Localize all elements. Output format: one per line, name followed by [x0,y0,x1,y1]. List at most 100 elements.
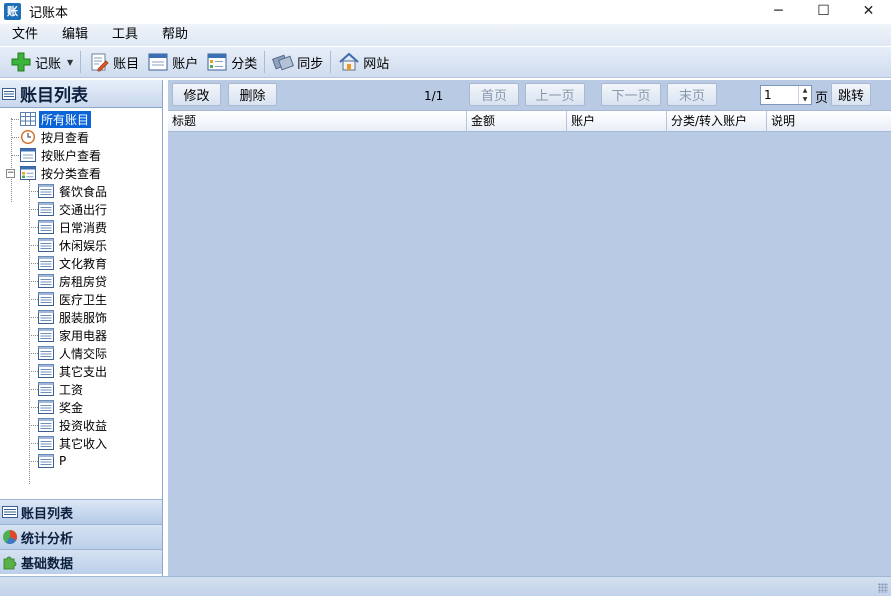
account-label: 账户 [172,56,199,72]
list-icon [38,274,54,288]
page-number-input[interactable]: 1 ▲ ▼ [760,85,812,105]
tree-node-label: 家用电器 [59,328,108,343]
tree-node-label: 医疗卫生 [59,292,108,307]
nav-base-data[interactable]: 基础数据 [0,549,162,574]
sync-button[interactable]: 同步 [268,49,327,75]
tree-node-category[interactable]: 文化教育 [38,254,109,272]
tree-node-label: 其它支出 [59,364,108,379]
column-category[interactable]: 分类/转入账户 [667,111,767,132]
list-icon [38,418,54,432]
tree-node-category[interactable]: 餐饮食品 [38,182,109,200]
prev-page-button[interactable]: 上一页 [525,83,585,106]
list-icon [2,506,18,518]
tree-node-label: 投资收益 [59,418,108,433]
home-icon [338,51,360,73]
tree-node-category[interactable]: 交通出行 [38,200,109,218]
tree-node-label: 休闲娱乐 [59,238,108,253]
tree-node-label: 其它收入 [59,436,108,451]
toolbar-separator [80,51,82,73]
account-button[interactable]: 账户 [143,49,202,75]
tree-node-category[interactable]: 休闲娱乐 [38,236,109,254]
tree-node-category[interactable]: 其它收入 [38,434,109,452]
website-button[interactable]: 网站 [334,49,393,75]
list-toolbar: 修改 删除 1/1 首页 上一页 下一页 末页 1 ▲ ▼ 页 跳转 [168,80,891,110]
page-indicator: 1/1 [424,89,444,103]
collapse-icon[interactable]: − [6,169,15,178]
spinner-arrows-icon[interactable]: ▲ ▼ [798,86,811,104]
tree-node-by-category[interactable]: 按分类查看 [20,164,103,182]
tree-node-category[interactable]: 家用电器 [38,326,109,344]
list-icon [38,238,54,252]
category-label: 分类 [231,56,258,72]
subject-label: 账目 [113,56,140,72]
list-icon [38,364,54,378]
nav-base-data-label: 基础数据 [21,556,74,572]
tree-node-category[interactable]: 奖金 [38,398,85,416]
list-icon [38,310,54,324]
website-label: 网站 [363,56,390,72]
category-button[interactable]: 分类 [202,49,261,75]
list-icon [38,400,54,414]
tree-node-category[interactable]: 工资 [38,380,85,398]
tree-node-category[interactable]: 投资收益 [38,416,109,434]
menu-edit[interactable]: 编辑 [50,24,100,46]
puzzle-icon [3,556,17,570]
tree-node-label: 日常消费 [59,220,108,235]
tree-node-label: 房租房贷 [59,274,108,289]
last-page-button[interactable]: 末页 [667,83,717,106]
tree-node-category[interactable]: 其它支出 [38,362,109,380]
tree-node-category[interactable]: 人情交际 [38,344,109,362]
tree-node-category[interactable]: 服装服饰 [38,308,109,326]
tree-node-by-month[interactable]: 按月查看 [20,128,91,146]
subject-button[interactable]: 账目 [84,49,143,75]
edit-button[interactable]: 修改 [172,83,221,106]
nav-statistics-label: 统计分析 [21,531,74,547]
column-description[interactable]: 说明 [767,111,891,132]
pie-chart-icon [3,530,17,544]
left-panel: 账目列表 − 所有账目 按月查看 按账户查看 按分类查看 餐饮食品 交通出行日常消… [0,80,163,576]
tree-node-by-account[interactable]: 按账户查看 [20,146,103,164]
list-icon [38,454,54,468]
tree-node-category[interactable]: 医疗卫生 [38,290,109,308]
minimize-button[interactable]: ─ [756,0,801,22]
maximize-button[interactable]: ☐ [801,0,846,22]
tree-node-all[interactable]: 所有账目 [20,110,92,128]
dropdown-arrow-icon[interactable]: ▼ [67,58,73,67]
jump-button[interactable]: 跳转 [831,83,871,106]
column-title[interactable]: 标题 [168,111,467,132]
close-button[interactable]: ✕ [846,0,891,22]
menu-tools[interactable]: 工具 [100,24,150,46]
clock-icon [21,130,35,144]
first-page-button[interactable]: 首页 [469,83,519,106]
tree-node-label: 奖金 [59,400,84,415]
sync-label: 同步 [297,56,324,72]
tree-node-label: P [59,454,67,468]
sync-icon [272,51,295,73]
window-icon [147,51,169,73]
column-account[interactable]: 账户 [567,111,667,132]
tree-node-category[interactable]: 房租房贷 [38,272,109,290]
right-panel: 修改 删除 1/1 首页 上一页 下一页 末页 1 ▲ ▼ 页 跳转 标题 金额 … [168,80,891,576]
record-label: 记账 [35,56,62,72]
nav-subject-list[interactable]: 账目列表 [0,499,162,524]
edit-document-icon [88,51,110,73]
list-icon [38,184,54,198]
left-panel-title: 账目列表 [20,86,88,106]
window-title: 记账本 [29,5,69,21]
toolbar-separator [264,51,266,73]
window-controls: ─ ☐ ✕ [756,0,891,22]
column-amount[interactable]: 金额 [467,111,567,132]
resize-grip-icon[interactable] [878,583,888,593]
next-page-button[interactable]: 下一页 [601,83,661,106]
record-button[interactable]: 记账 ▼ [6,49,77,75]
tree-node-category[interactable]: P [38,452,68,470]
menu-help[interactable]: 帮助 [150,24,200,46]
title-bar: 账 记账本 ─ ☐ ✕ [0,0,891,22]
toolbar-separator [330,51,332,73]
nav-statistics[interactable]: 统计分析 [0,524,162,549]
delete-button[interactable]: 删除 [228,83,277,106]
list-icon [38,220,54,234]
menu-file[interactable]: 文件 [0,24,50,46]
list-icon [38,202,54,216]
tree-node-category[interactable]: 日常消费 [38,218,109,236]
